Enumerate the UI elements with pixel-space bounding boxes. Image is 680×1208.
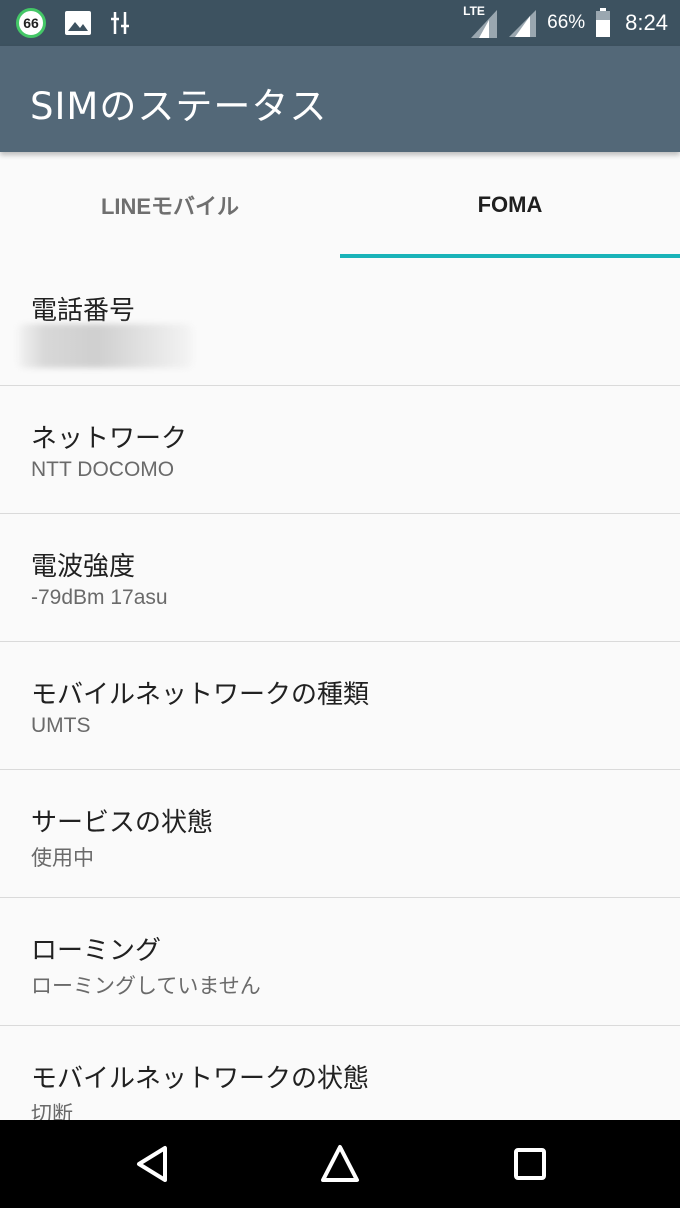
signal-strength-value: -79dBm 17asu xyxy=(31,586,168,609)
list-item-signal-strength: 電波強度 -79dBm 17asu xyxy=(0,514,680,642)
tab-foma[interactable]: FOMA xyxy=(340,152,680,258)
phone-number-redacted xyxy=(18,324,192,368)
lte-signal-icon: LTE xyxy=(463,4,499,40)
clock: 8:24 xyxy=(625,10,668,35)
page-title: SIMのステータス xyxy=(30,85,328,128)
roaming-title: ローミング xyxy=(31,936,162,966)
home-icon[interactable] xyxy=(318,1142,362,1186)
usb-debug-icon xyxy=(111,12,129,34)
status-list: 電話番号 ネットワーク NTT DOCOMO 電波強度 -79dBm 17asu… xyxy=(0,258,680,1154)
service-state-value: 使用中 xyxy=(31,847,94,870)
navigation-bar xyxy=(0,1120,680,1208)
signal-icon xyxy=(509,10,537,37)
network-state-title: モバイルネットワークの状態 xyxy=(31,1064,370,1094)
list-item-service-state: サービスの状態 使用中 xyxy=(0,770,680,898)
signal-strength-title: 電波強度 xyxy=(31,552,136,582)
list-item-network: ネットワーク NTT DOCOMO xyxy=(0,386,680,514)
list-item-network-type: モバイルネットワークの種類 UMTS xyxy=(0,642,680,770)
roaming-value: ローミングしていません xyxy=(31,975,261,998)
list-item-phone-number: 電話番号 xyxy=(0,258,680,386)
back-icon[interactable] xyxy=(131,1142,175,1186)
app-bar: SIMのステータス xyxy=(0,46,680,152)
sim-tabs: LINEモバイル FOMA xyxy=(0,152,680,258)
battery-percent: 66% xyxy=(547,12,586,33)
network-type-title: モバイルネットワークの種類 xyxy=(31,680,370,710)
network-title: ネットワーク xyxy=(31,424,188,454)
badge-66-icon: 66 xyxy=(16,8,46,38)
service-state-title: サービスの状態 xyxy=(31,808,214,838)
recents-icon[interactable] xyxy=(508,1142,552,1186)
image-icon xyxy=(65,11,91,35)
list-item-roaming: ローミング ローミングしていません xyxy=(0,898,680,1026)
tab-line-mobile[interactable]: LINEモバイル xyxy=(0,152,340,258)
network-value: NTT DOCOMO xyxy=(31,458,175,481)
network-type-value: UMTS xyxy=(31,714,91,737)
phone-number-title: 電話番号 xyxy=(31,296,136,326)
battery-icon xyxy=(596,8,611,37)
status-bar: 66 LTE 66% 8:24 xyxy=(0,0,680,46)
